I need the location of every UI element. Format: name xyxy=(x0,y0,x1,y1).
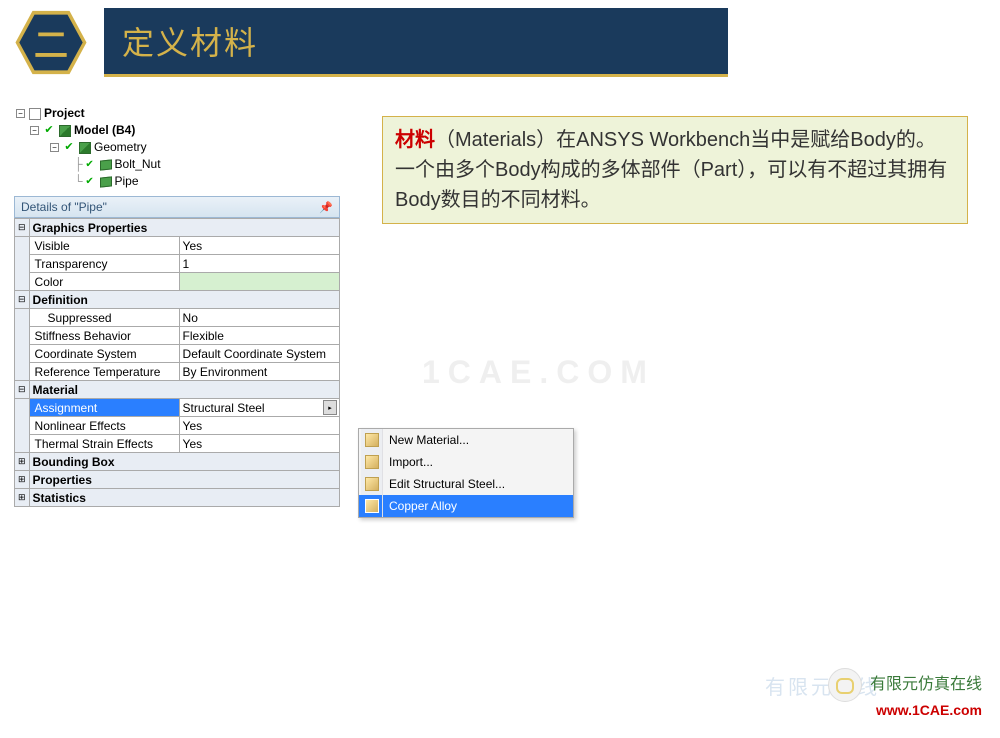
check-icon: ✔ xyxy=(62,141,76,155)
prop-value[interactable]: Yes xyxy=(179,435,339,453)
collapse-icon[interactable]: ⊟ xyxy=(15,381,30,399)
prop-value[interactable]: By Environment xyxy=(179,363,339,381)
prop-key: Color xyxy=(29,273,179,291)
tree-item-project[interactable]: − Project xyxy=(16,105,336,122)
category-bbox[interactable]: Bounding Box xyxy=(29,453,339,471)
tree-connector-icon: ├ xyxy=(74,156,83,173)
assignment-value: Structural Steel xyxy=(183,401,265,415)
prop-key: Coordinate System xyxy=(29,345,179,363)
prop-value[interactable]: No xyxy=(179,309,339,327)
info-text: （Materials）在ANSYS Workbench当中是赋给Body的。一个… xyxy=(395,129,947,211)
prop-value[interactable]: Yes xyxy=(179,237,339,255)
page-title: 定义材料 xyxy=(104,8,728,77)
pushpin-icon[interactable]: 📌 xyxy=(319,201,333,214)
info-callout: 材料（Materials）在ANSYS Workbench当中是赋给Body的。… xyxy=(382,116,968,224)
collapse-icon[interactable]: − xyxy=(50,143,59,152)
section-number: 二 xyxy=(18,14,84,72)
menu-label: Edit Structural Steel... xyxy=(389,477,505,491)
tree-item-body[interactable]: ├ ✔ Bolt_Nut xyxy=(16,156,336,173)
prop-key: Transparency xyxy=(29,255,179,273)
category-material[interactable]: Material xyxy=(29,381,339,399)
prop-key: Nonlinear Effects xyxy=(29,417,179,435)
tree-item-body[interactable]: └ ✔ Pipe xyxy=(16,173,336,190)
tree-label: Project xyxy=(44,105,85,122)
material-icon xyxy=(365,499,379,513)
menu-label: Copper Alloy xyxy=(389,499,457,513)
assignment-dropdown[interactable]: Structural Steel ▸ xyxy=(179,399,339,417)
collapse-icon[interactable]: ⊟ xyxy=(15,219,30,237)
info-highlight: 材料 xyxy=(395,129,435,151)
tree-connector-icon: └ xyxy=(74,173,83,190)
menu-item-new-material[interactable]: New Material... xyxy=(359,429,573,451)
check-icon: ✔ xyxy=(83,175,97,189)
geometry-icon xyxy=(79,142,91,154)
prop-value[interactable]: Yes xyxy=(179,417,339,435)
prop-value[interactable]: Flexible xyxy=(179,327,339,345)
properties-table: ⊟Graphics Properties VisibleYes Transpar… xyxy=(14,218,340,507)
category-statistics[interactable]: Statistics xyxy=(29,489,339,507)
new-material-icon xyxy=(365,433,379,447)
details-panel-header: Details of "Pipe" 📌 xyxy=(14,196,340,218)
brand-footer: 有限元仿真在线 www.1CAE.com xyxy=(828,668,982,720)
edit-material-icon xyxy=(365,477,379,491)
model-icon xyxy=(59,125,71,137)
expand-icon[interactable]: ⊞ xyxy=(15,471,30,489)
material-context-menu: New Material... Import... Edit Structura… xyxy=(358,428,574,518)
collapse-icon[interactable]: ⊟ xyxy=(15,291,30,309)
menu-item-import[interactable]: Import... xyxy=(359,451,573,473)
outline-tree[interactable]: − Project − ✔ Model (B4) − ✔ Geometry ├ … xyxy=(16,105,336,190)
wechat-icon xyxy=(828,668,862,702)
import-icon xyxy=(365,455,379,469)
category-definition[interactable]: Definition xyxy=(29,291,339,309)
section-badge: 二 xyxy=(14,10,88,76)
tree-label: Pipe xyxy=(115,173,139,190)
prop-key: Thermal Strain Effects xyxy=(29,435,179,453)
menu-item-edit-steel[interactable]: Edit Structural Steel... xyxy=(359,473,573,495)
project-icon xyxy=(29,108,41,120)
tree-label: Bolt_Nut xyxy=(115,156,161,173)
menu-label: New Material... xyxy=(389,433,469,447)
brand-text: 有限元仿真在线 xyxy=(870,676,982,693)
collapse-icon[interactable]: − xyxy=(16,109,25,118)
check-icon: ✔ xyxy=(42,124,56,138)
prop-value[interactable]: Default Coordinate System xyxy=(179,345,339,363)
collapse-icon[interactable]: − xyxy=(30,126,39,135)
expand-icon[interactable]: ⊞ xyxy=(15,453,30,471)
menu-label: Import... xyxy=(389,455,433,469)
menu-item-copper-alloy[interactable]: Copper Alloy xyxy=(359,495,573,517)
category-graphics[interactable]: Graphics Properties xyxy=(29,219,339,237)
details-title: Details of "Pipe" xyxy=(21,200,107,214)
body-icon xyxy=(100,176,112,187)
watermark-text: 1CAE.COM xyxy=(422,354,655,391)
prop-key: Stiffness Behavior xyxy=(29,327,179,345)
prop-key-assignment: Assignment xyxy=(29,399,179,417)
prop-key: Visible xyxy=(29,237,179,255)
tree-label: Model (B4) xyxy=(74,122,135,139)
prop-value[interactable]: 1 xyxy=(179,255,339,273)
prop-key: Reference Temperature xyxy=(29,363,179,381)
category-properties[interactable]: Properties xyxy=(29,471,339,489)
brand-url: www.1CAE.com xyxy=(876,702,982,718)
tree-label: Geometry xyxy=(94,139,147,156)
color-field[interactable] xyxy=(179,273,339,291)
expand-icon[interactable]: ⊞ xyxy=(15,489,30,507)
dropdown-arrow-icon[interactable]: ▸ xyxy=(323,400,337,415)
prop-key: Suppressed xyxy=(29,309,179,327)
body-icon xyxy=(100,159,112,170)
tree-item-geometry[interactable]: − ✔ Geometry xyxy=(16,139,336,156)
tree-item-model[interactable]: − ✔ Model (B4) xyxy=(16,122,336,139)
check-icon: ✔ xyxy=(83,158,97,172)
